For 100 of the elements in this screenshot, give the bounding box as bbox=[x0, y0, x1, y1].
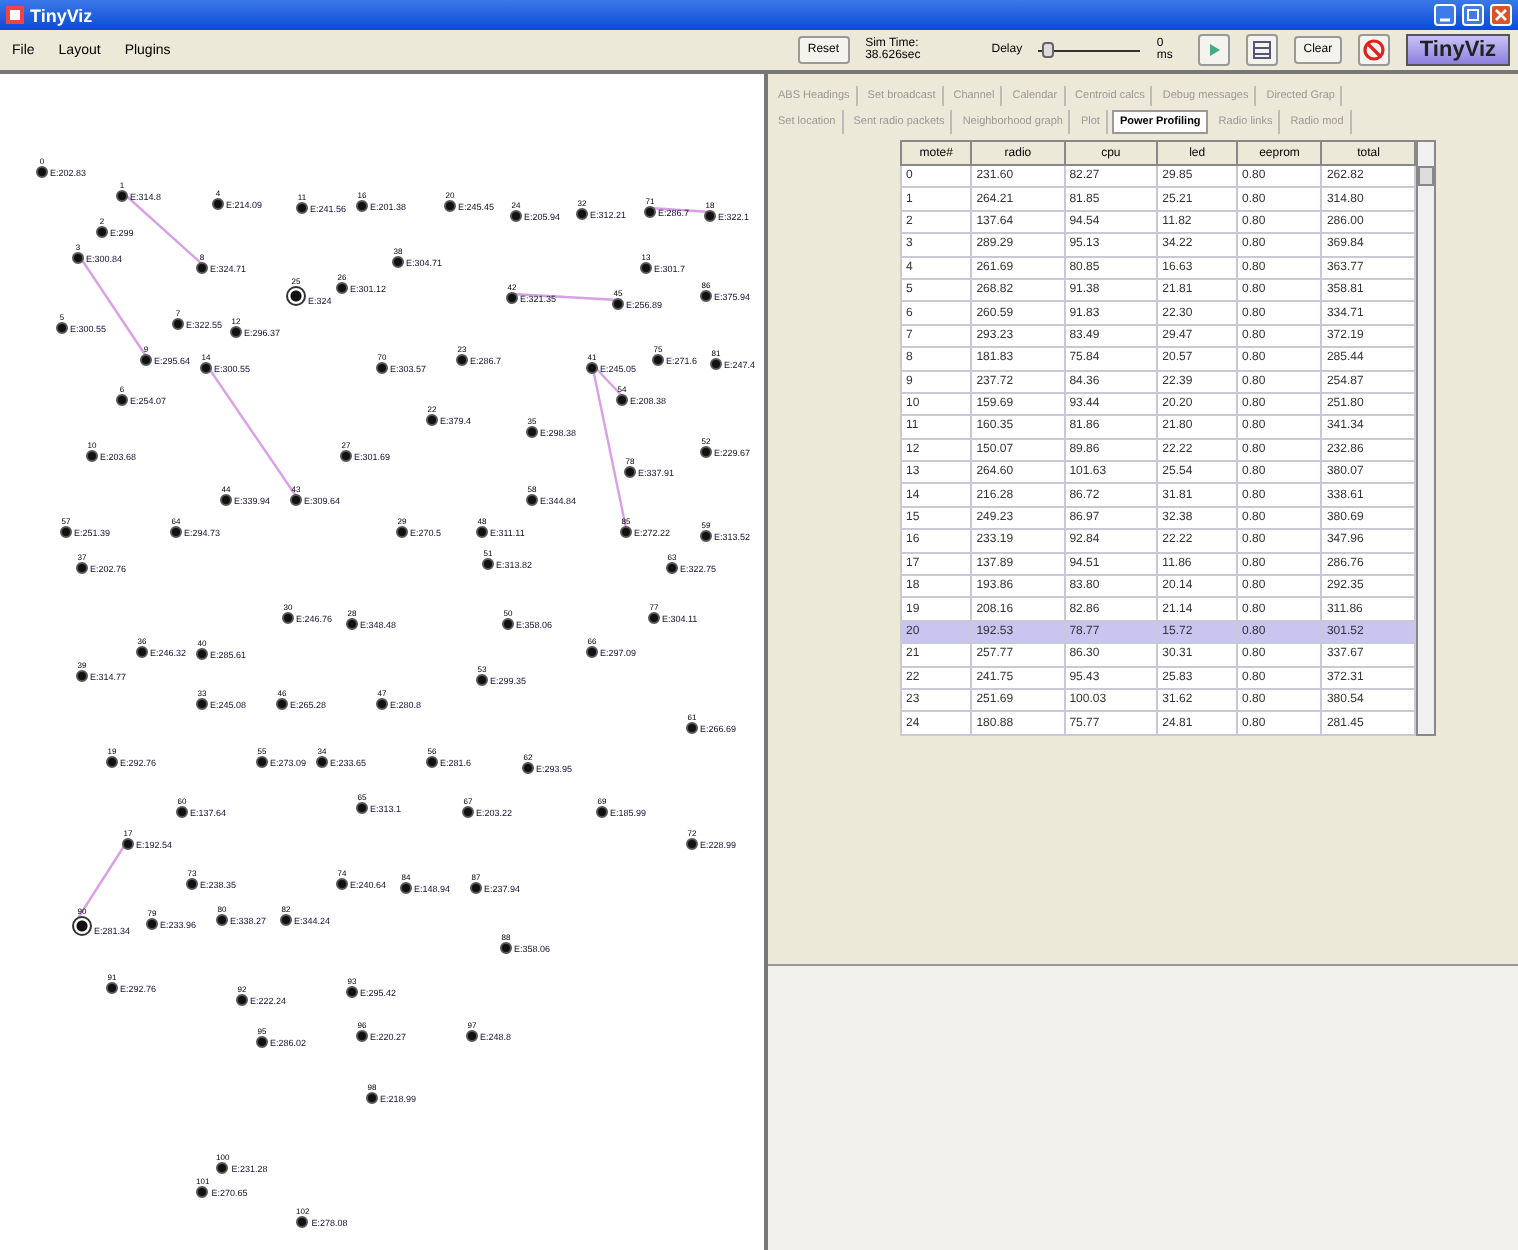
sensor-node-icon[interactable] bbox=[466, 1030, 478, 1042]
sensor-node-icon[interactable] bbox=[502, 618, 514, 630]
sensor-node-icon[interactable] bbox=[72, 252, 84, 264]
sensor-node-icon[interactable] bbox=[526, 494, 538, 506]
sensor-node-icon[interactable] bbox=[686, 838, 698, 850]
sensor-node-icon[interactable] bbox=[336, 878, 348, 890]
sensor-node-icon[interactable] bbox=[296, 1216, 309, 1228]
sensor-node-icon[interactable] bbox=[510, 210, 522, 222]
sensor-node-icon[interactable] bbox=[444, 200, 456, 212]
sensor-node-icon[interactable] bbox=[700, 290, 712, 302]
sensor-node-icon[interactable] bbox=[200, 362, 212, 374]
sensor-node-icon[interactable] bbox=[700, 530, 712, 542]
sensor-node-icon[interactable] bbox=[376, 698, 388, 710]
sensor-node-icon[interactable] bbox=[282, 612, 294, 624]
stop-button[interactable] bbox=[1358, 34, 1390, 66]
close-button[interactable] bbox=[1490, 4, 1512, 26]
sensor-node-icon[interactable] bbox=[146, 918, 158, 930]
sensor-node-icon[interactable] bbox=[376, 362, 388, 374]
sensor-node-icon[interactable] bbox=[76, 670, 88, 682]
sensor-node-icon[interactable] bbox=[256, 1036, 268, 1048]
sensor-node-icon[interactable] bbox=[140, 354, 152, 366]
sensor-node-icon[interactable] bbox=[476, 526, 488, 538]
sensor-node-icon[interactable] bbox=[86, 450, 98, 462]
sensor-node-icon[interactable] bbox=[122, 838, 134, 850]
sensor-node-icon[interactable] bbox=[236, 994, 248, 1006]
sensor-node-icon[interactable] bbox=[624, 466, 636, 478]
sensor-node-icon[interactable] bbox=[586, 646, 598, 658]
sensor-node-icon[interactable] bbox=[462, 806, 474, 818]
sensor-node-icon[interactable] bbox=[136, 646, 148, 658]
sensor-node-icon[interactable] bbox=[644, 206, 656, 218]
sensor-node-icon[interactable] bbox=[76, 562, 88, 574]
sensor-node-icon[interactable] bbox=[106, 982, 118, 994]
sensor-node-icon[interactable] bbox=[586, 362, 598, 374]
sensor-node-icon[interactable] bbox=[356, 200, 368, 212]
sensor-node-icon[interactable] bbox=[576, 208, 588, 220]
sensor-node-icon[interactable] bbox=[620, 526, 632, 538]
grid-button[interactable] bbox=[1245, 34, 1278, 66]
sensor-node-icon[interactable] bbox=[220, 494, 232, 506]
sensor-node-icon[interactable] bbox=[72, 916, 92, 936]
sensor-node-icon[interactable] bbox=[96, 226, 108, 238]
delay-slider[interactable] bbox=[1038, 42, 1141, 58]
sensor-node-icon[interactable] bbox=[116, 394, 128, 406]
sensor-node-icon[interactable] bbox=[256, 756, 268, 768]
sensor-node-icon[interactable] bbox=[666, 562, 678, 574]
sensor-node-icon[interactable] bbox=[522, 762, 534, 774]
sensor-node-icon[interactable] bbox=[170, 526, 182, 538]
sensor-node-icon[interactable] bbox=[366, 1092, 378, 1104]
sensor-node-icon[interactable] bbox=[652, 354, 664, 366]
sensor-node-icon[interactable] bbox=[392, 256, 404, 268]
sensor-node-icon[interactable] bbox=[346, 986, 358, 998]
scrollbar[interactable] bbox=[1416, 140, 1436, 736]
sensor-node-icon[interactable] bbox=[396, 526, 408, 538]
sensor-node-icon[interactable] bbox=[286, 286, 306, 306]
sensor-node-icon[interactable] bbox=[186, 878, 198, 890]
sensor-node-icon[interactable] bbox=[290, 494, 302, 506]
sensor-node-icon[interactable] bbox=[296, 202, 308, 214]
sensor-node-icon[interactable] bbox=[506, 292, 518, 304]
sensor-node-icon[interactable] bbox=[456, 354, 468, 366]
sensor-node-icon[interactable] bbox=[346, 618, 358, 630]
sensor-node-icon[interactable] bbox=[500, 942, 512, 954]
sensor-node-icon[interactable] bbox=[280, 914, 292, 926]
sensor-node-icon[interactable] bbox=[212, 198, 224, 210]
sensor-node-icon[interactable] bbox=[596, 806, 608, 818]
sensor-node-icon[interactable] bbox=[196, 1186, 209, 1198]
slider-thumb[interactable] bbox=[1042, 42, 1055, 58]
sensor-node-icon[interactable] bbox=[710, 358, 722, 370]
sensor-node-icon[interactable] bbox=[482, 558, 494, 570]
maximize-button[interactable] bbox=[1462, 4, 1484, 26]
sensor-node-icon[interactable] bbox=[36, 166, 48, 178]
sensor-node-icon[interactable] bbox=[340, 450, 352, 462]
sensor-node-icon[interactable] bbox=[356, 1030, 368, 1042]
sensor-node-icon[interactable] bbox=[476, 674, 488, 686]
sensor-node-icon[interactable] bbox=[196, 262, 208, 274]
sensor-node-icon[interactable] bbox=[316, 756, 328, 768]
sensor-node-icon[interactable] bbox=[196, 698, 208, 710]
sensor-node-icon[interactable] bbox=[686, 722, 698, 734]
sensor-node-icon[interactable] bbox=[56, 322, 68, 334]
sensor-node-icon[interactable] bbox=[700, 446, 712, 458]
sensor-node-icon[interactable] bbox=[116, 190, 128, 202]
sensor-node-icon[interactable] bbox=[106, 756, 118, 768]
sensor-node-icon[interactable] bbox=[172, 318, 184, 330]
sensor-node-icon[interactable] bbox=[276, 698, 288, 710]
sensor-node-icon[interactable] bbox=[176, 806, 188, 818]
sensor-node-icon[interactable] bbox=[356, 802, 368, 814]
sensor-node-icon[interactable] bbox=[426, 414, 438, 426]
sensor-node-icon[interactable] bbox=[230, 326, 242, 338]
sensor-node-icon[interactable] bbox=[196, 648, 208, 660]
sensor-node-icon[interactable] bbox=[336, 282, 348, 294]
sensor-node-icon[interactable] bbox=[216, 914, 228, 926]
sensor-node-icon[interactable] bbox=[216, 1162, 229, 1174]
sensor-node-icon[interactable] bbox=[526, 426, 538, 438]
sensor-node-icon[interactable] bbox=[640, 262, 652, 274]
sensor-node-icon[interactable] bbox=[616, 394, 628, 406]
play-button[interactable] bbox=[1198, 34, 1230, 66]
sensor-node-icon[interactable] bbox=[400, 882, 412, 894]
sensor-node-icon[interactable] bbox=[470, 882, 482, 894]
sensor-node-icon[interactable] bbox=[648, 612, 660, 624]
sensor-node-icon[interactable] bbox=[426, 756, 438, 768]
sensor-node-icon[interactable] bbox=[60, 526, 72, 538]
minimize-button[interactable] bbox=[1434, 4, 1456, 26]
